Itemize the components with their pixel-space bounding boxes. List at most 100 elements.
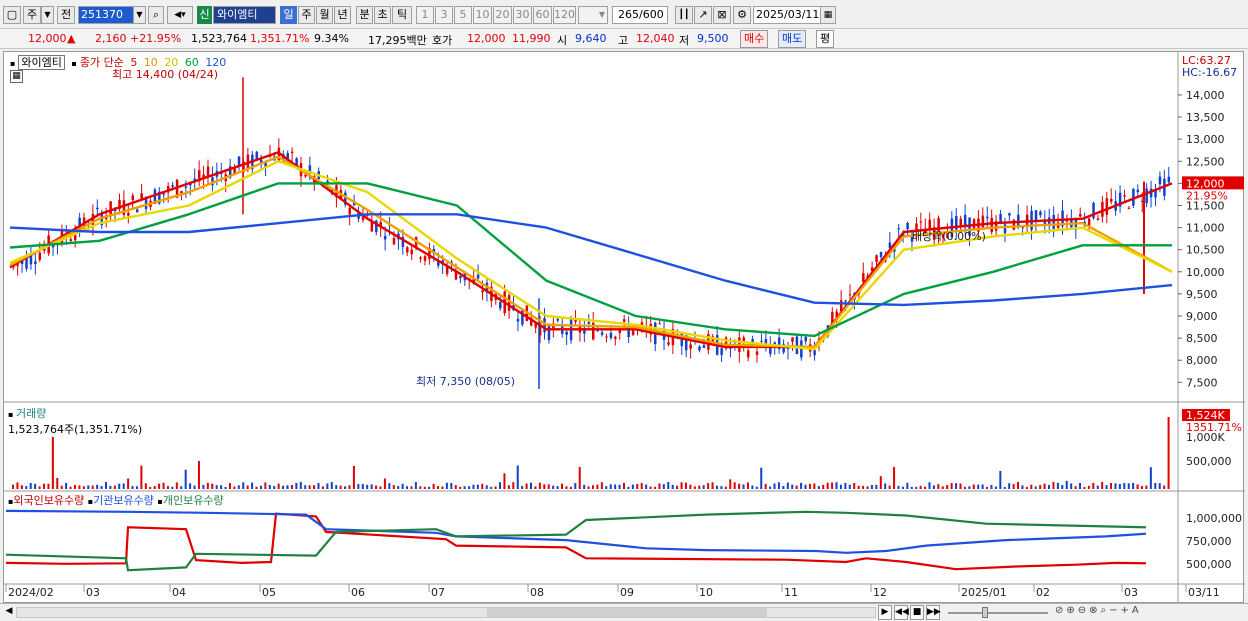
tab-tick[interactable]: 틱 — [392, 6, 412, 24]
prev-button[interactable]: 전 — [57, 6, 75, 24]
volume-bar — [277, 483, 280, 489]
table-icon[interactable]: ▦ — [10, 70, 23, 83]
volume-bar — [1008, 483, 1011, 489]
line-tool-icon[interactable]: ↗ — [694, 6, 712, 24]
volume-bar — [569, 486, 572, 489]
play-icon[interactable]: ▶ — [878, 605, 892, 620]
ma-20-label[interactable]: 20 — [164, 56, 178, 69]
candle-body — [507, 295, 511, 311]
interval-3[interactable]: 3 — [435, 6, 453, 24]
tab-month[interactable]: 월 — [316, 6, 333, 24]
horizontal-scrollbar[interactable] — [16, 607, 876, 618]
interval-1[interactable]: 1 — [416, 6, 434, 24]
chart-canvas[interactable]: 14,00013,50013,00012,50012,00011,50011,0… — [4, 52, 1245, 604]
count-field[interactable]: 265/600 — [612, 6, 668, 24]
speaker-icon[interactable]: ◀▾ — [167, 6, 193, 24]
volume-bar — [127, 478, 130, 489]
low-annotation: 최저 7,350 (08/05) — [416, 375, 515, 388]
candle-body — [565, 331, 568, 335]
volume-bar — [224, 486, 227, 489]
zoom-slider[interactable] — [948, 612, 1048, 614]
stock-code-input[interactable]: 251370 — [78, 6, 134, 24]
tab-day[interactable]: 일 — [280, 6, 297, 24]
volume-bar — [304, 485, 307, 489]
interval-120[interactable]: 120 — [553, 6, 576, 24]
investor-lines — [5, 509, 1147, 572]
tab-week[interactable]: 주 — [298, 6, 315, 24]
volume-bar — [25, 486, 28, 489]
gear-icon[interactable]: ⚙ — [733, 6, 751, 24]
x-tick-label: 04 — [172, 586, 186, 599]
scroll-thumb[interactable] — [487, 608, 767, 617]
tab-year[interactable]: 년 — [334, 6, 351, 24]
period-dropdown-icon[interactable]: ▼ — [41, 6, 54, 24]
volume-bar — [468, 486, 471, 489]
rewind-icon[interactable]: ◀◀ — [894, 605, 909, 620]
axes: 14,00013,50013,00012,50012,00011,50011,0… — [5, 89, 1244, 599]
search-icon[interactable]: ⌕ — [148, 6, 164, 24]
volume-bar — [184, 469, 187, 489]
interval-dropdown-icon[interactable]: ▼ — [578, 6, 608, 24]
legend-stock-name[interactable]: 와이엠티 — [18, 55, 65, 70]
calendar-icon[interactable]: ▦ — [820, 6, 836, 24]
code-dropdown-icon[interactable]: ▼ — [133, 6, 146, 24]
volume-bar — [401, 483, 404, 489]
fast-forward-icon[interactable]: ▶▶ — [926, 605, 941, 620]
stop-icon[interactable]: ■ — [910, 605, 924, 620]
candle-body — [1167, 176, 1171, 183]
window-icon[interactable]: ▢ — [3, 6, 21, 24]
volume-bar — [122, 483, 125, 489]
chart-panel[interactable]: 14,00013,50013,00012,50012,00011,50011,0… — [3, 51, 1245, 604]
date-field[interactable]: 2025/03/11 — [753, 6, 823, 24]
volume-bar — [308, 485, 311, 489]
volume-bar — [715, 485, 718, 489]
ma-10-label[interactable]: 10 — [144, 56, 158, 69]
volume-bar — [490, 486, 493, 489]
interval-20[interactable]: 20 — [493, 6, 512, 24]
ma-60-label[interactable]: 60 — [185, 56, 199, 69]
period-select[interactable]: 주 — [23, 6, 41, 24]
volume-bar — [698, 485, 701, 489]
legend-marker-icon: ▪ — [10, 59, 16, 68]
price-tick-label: 9,500 — [1186, 288, 1218, 301]
eval-button[interactable]: 평 — [816, 30, 835, 48]
individual-holding-label[interactable]: 개인보유수량 — [163, 494, 224, 507]
tab-minute[interactable]: 분 — [356, 6, 373, 24]
tab-second[interactable]: 초 — [374, 6, 391, 24]
volume-bar — [437, 486, 440, 489]
zoom-slider-handle[interactable] — [982, 607, 988, 618]
volume-bar — [268, 484, 271, 489]
ask-price: 12,000 — [467, 32, 506, 45]
foreign-holding-label[interactable]: 외국인보유수량 — [13, 494, 84, 507]
high-price: 12,040 — [636, 32, 675, 45]
volume-bar — [202, 484, 205, 489]
interval-30[interactable]: 30 — [513, 6, 532, 24]
volume-bar — [552, 485, 555, 489]
volume-bar — [56, 477, 59, 489]
chart-tools-icons[interactable]: ⊘⊕⊖⊗⌕−+A — [1055, 605, 1142, 616]
candle-body — [476, 274, 480, 279]
volume-bar — [1034, 486, 1037, 489]
candle-body — [862, 273, 865, 282]
scroll-left-icon[interactable]: ◀ — [2, 605, 16, 620]
crosshair-icon[interactable]: ⊠ — [713, 6, 731, 24]
price-tick-label: 7,500 — [1186, 376, 1218, 389]
volume-bar — [910, 486, 913, 489]
volume-title[interactable]: 거래량 — [16, 407, 46, 420]
institution-holding-label[interactable]: 기관보유수량 — [93, 494, 154, 507]
volume-bar — [330, 482, 333, 489]
candle-body — [1003, 224, 1007, 234]
buy-button[interactable]: 매수 — [740, 30, 769, 48]
low-price: 9,500 — [697, 32, 729, 45]
interval-10[interactable]: 10 — [473, 6, 492, 24]
sell-button[interactable]: 매도 — [778, 30, 807, 48]
candle-body — [804, 336, 808, 342]
ma-120-label[interactable]: 120 — [205, 56, 226, 69]
volume-bar — [507, 485, 510, 489]
interval-5[interactable]: 5 — [454, 6, 472, 24]
interval-60[interactable]: 60 — [533, 6, 552, 24]
candle-body — [702, 345, 706, 348]
candle-icon[interactable]: ┃┃ — [675, 6, 693, 24]
volume-bar — [1154, 482, 1157, 489]
ma-5-label[interactable]: 5 — [130, 56, 137, 69]
